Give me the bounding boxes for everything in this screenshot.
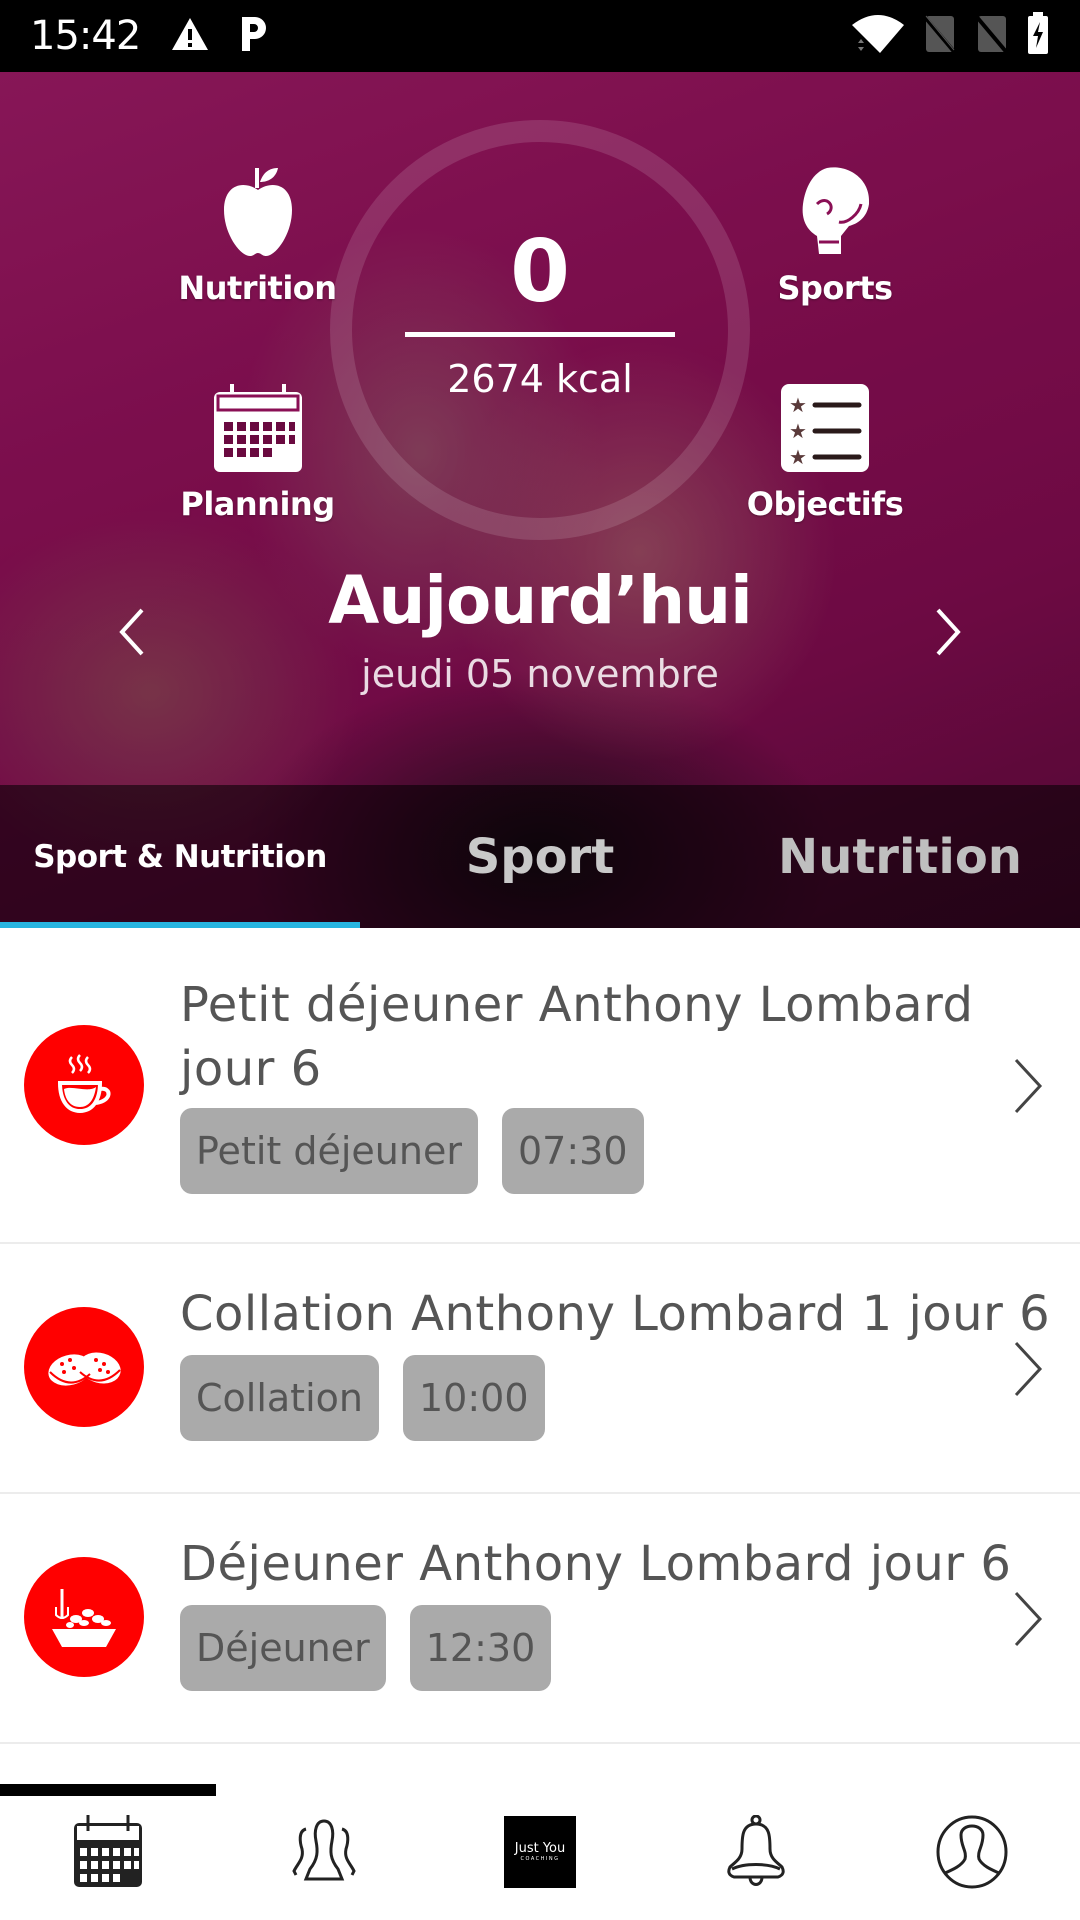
chevron-right-icon: [936, 608, 961, 656]
tab-sport-nutrition[interactable]: Sport & Nutrition: [0, 785, 360, 928]
battery-charging-icon: [1026, 11, 1050, 61]
tab-sport[interactable]: Sport: [360, 785, 720, 928]
tab-nutrition[interactable]: Nutrition: [720, 785, 1080, 928]
shortcut-nutrition-label: Nutrition: [178, 269, 337, 307]
salad-bowl-icon: [52, 1589, 116, 1647]
svg-text:★: ★: [789, 419, 807, 443]
status-bar: 15:42: [0, 0, 1080, 72]
calendar-icon: [74, 1815, 142, 1887]
meal-title: Petit déjeuner Anthony Lombard jour 6: [180, 977, 974, 1097]
cookies-icon: [48, 1352, 121, 1386]
meal-category-tag: Déjeuner: [180, 1605, 386, 1691]
svg-text:★: ★: [789, 445, 807, 469]
no-sim-icon: [922, 14, 958, 59]
calorie-progress-ring: [330, 120, 750, 540]
kcal-target: 2674 kcal: [447, 357, 633, 401]
shortcut-nutrition[interactable]: Nutrition: [170, 164, 345, 307]
chevron-right-icon: [1014, 1058, 1043, 1114]
bottom-nav-active-indicator: [0, 1784, 216, 1796]
meal-category-tag: Collation: [180, 1355, 379, 1441]
nav-profile[interactable]: [864, 1812, 1080, 1892]
chevron-right-icon: [1014, 1341, 1043, 1397]
kcal-divider: [405, 332, 675, 337]
no-sim-icon: [974, 14, 1010, 59]
tab-bar: Sport & Nutrition Sport Nutrition: [0, 785, 1080, 928]
list-item[interactable]: Petit déjeuner Anthony Lombard jour 6 Pe…: [0, 928, 1080, 1244]
shortcut-sports-label: Sports: [777, 269, 893, 307]
parking-icon: [238, 15, 268, 58]
meal-icon-badge: [24, 1557, 144, 1677]
apple-icon: [220, 164, 296, 263]
nav-planning[interactable]: [0, 1812, 216, 1892]
bell-icon: [727, 1815, 785, 1886]
kcal-consumed: 0: [510, 222, 570, 322]
just-you-logo: Just You COACHING: [504, 1816, 576, 1888]
shortcut-objectifs-label: Objectifs: [746, 485, 904, 523]
coffee-cup-icon: [57, 1054, 111, 1114]
chevron-right-icon: [1014, 1591, 1043, 1647]
meal-list: Petit déjeuner Anthony Lombard jour 6 Pe…: [0, 928, 1080, 1744]
list-item[interactable]: Collation Anthony Lombard 1 jour 6 Colla…: [0, 1244, 1080, 1494]
meal-category-tag: Petit déjeuner: [180, 1108, 478, 1194]
calendar-icon: [212, 382, 304, 479]
nav-notifications[interactable]: [648, 1812, 864, 1892]
chevron-left-icon: [119, 608, 144, 656]
nav-community[interactable]: [216, 1812, 432, 1892]
logo-subtext: COACHING: [520, 1856, 560, 1862]
logo-text: Just You: [514, 1841, 566, 1856]
shortcut-objectifs[interactable]: ★ ★ ★ Objectifs: [745, 382, 905, 523]
next-day-button[interactable]: [920, 592, 970, 672]
day-date: jeudi 05 novembre: [361, 652, 719, 696]
meal-icon-badge: [24, 1025, 144, 1145]
meal-time-tag: 07:30: [501, 1108, 644, 1194]
wifi-icon: [850, 13, 906, 60]
day-title: Aujourd’hui: [328, 562, 752, 639]
svg-text:★: ★: [789, 393, 807, 417]
previous-day-button[interactable]: [110, 592, 160, 672]
shortcut-sports[interactable]: Sports: [755, 164, 915, 307]
meal-time-tag: 10:00: [402, 1355, 545, 1441]
meal-title: Déjeuner Anthony Lombard jour 6: [180, 1536, 1012, 1592]
nav-home-logo[interactable]: Just You COACHING: [432, 1812, 648, 1892]
meal-time-tag: 12:30: [409, 1605, 552, 1691]
hero-banner: 0 2674 kcal Nutrition Sports Planning ★: [0, 72, 1080, 928]
meal-title: Collation Anthony Lombard 1 jour 6: [180, 1286, 1051, 1342]
boxing-glove-icon: [797, 164, 873, 263]
meal-icon-badge: [24, 1307, 144, 1427]
group-icon: [292, 1819, 356, 1881]
star-list-icon: ★ ★ ★: [779, 382, 871, 479]
shortcut-planning-label: Planning: [180, 485, 335, 523]
status-time: 15:42: [30, 13, 141, 59]
profile-icon: [936, 1815, 1008, 1889]
shortcut-planning[interactable]: Planning: [170, 382, 345, 523]
list-item[interactable]: Déjeuner Anthony Lombard jour 6 Déjeuner…: [0, 1494, 1080, 1744]
warning-icon: [170, 16, 210, 57]
